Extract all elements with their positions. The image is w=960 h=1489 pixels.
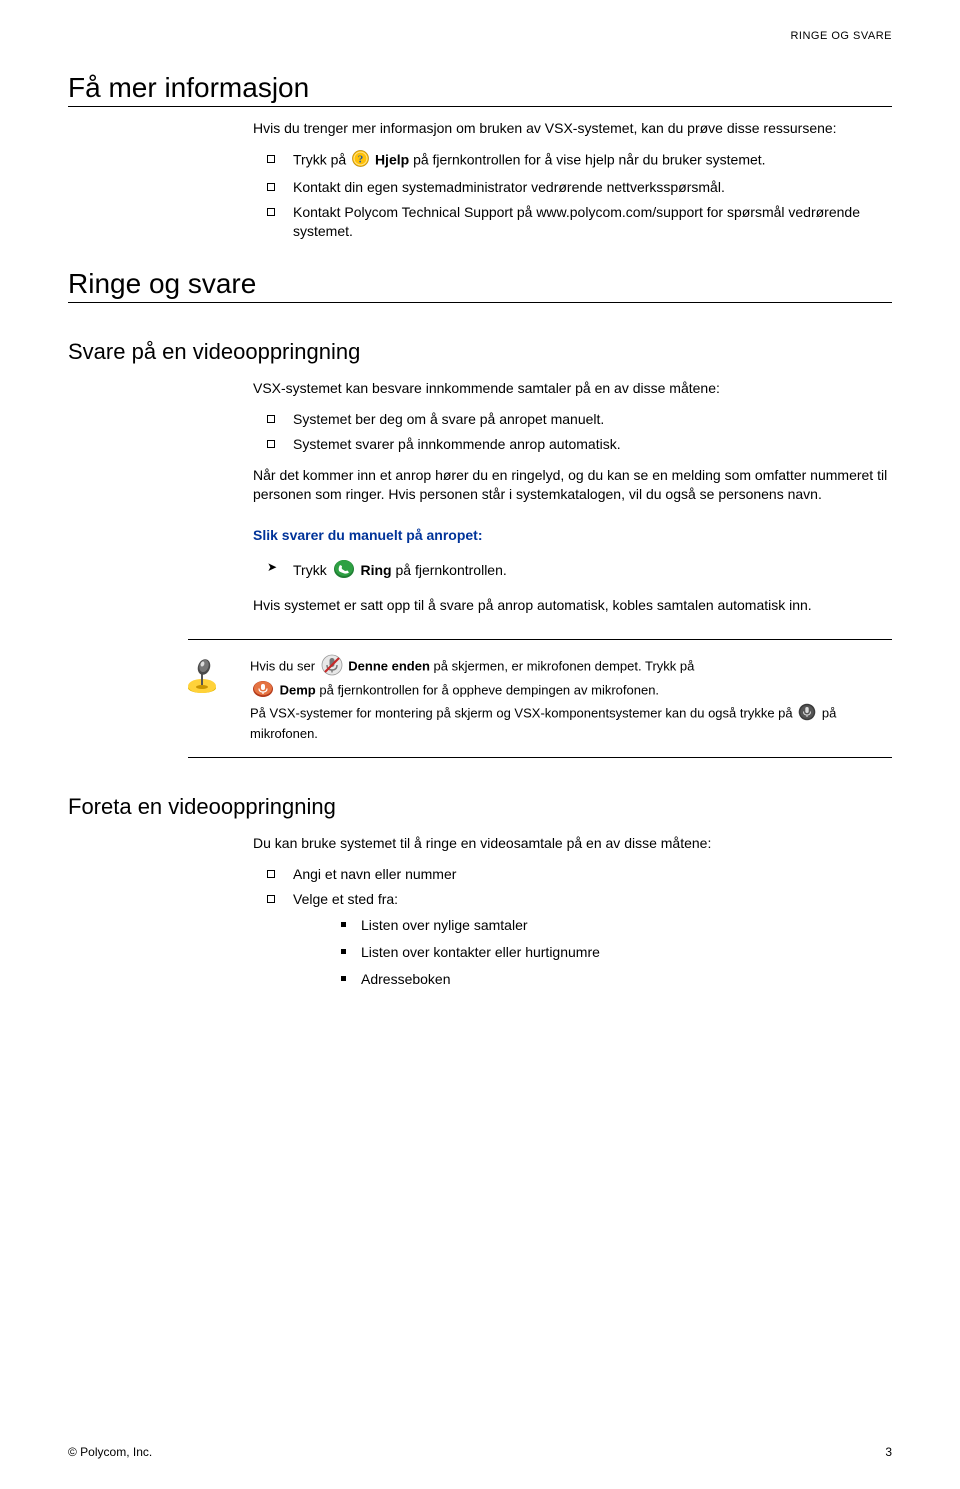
text-bold: Hjelp — [375, 152, 409, 168]
subsection-heading-place: Foreta en videooppringning — [68, 794, 892, 820]
text-fragment: på fjernkontrollen for å vise hjelp når … — [413, 152, 766, 168]
document-page: RINGE OG SVARE Få mer informasjon Hvis d… — [0, 0, 960, 1489]
mic-muted-icon — [321, 654, 343, 681]
note-text: Hvis du ser Denne enden på skjermen, er … — [250, 654, 892, 743]
call-icon — [333, 559, 355, 584]
subsection-heading-answer: Svare på en videooppringning — [68, 339, 892, 365]
paragraph: VSX-systemet kan besvare innkommende sam… — [253, 379, 892, 398]
list-item: Trykk Ring på fjernkontrollen. — [253, 559, 892, 584]
svg-text:?: ? — [358, 153, 364, 165]
sub-bullet-list: Listen over nylige samtaler Listen over … — [333, 916, 892, 989]
mic-button-icon — [798, 703, 816, 726]
list-item: Kontakt din egen systemadministrator ved… — [253, 178, 892, 197]
list-item: Angi et navn eller nummer — [253, 865, 892, 884]
list-item: Adresseboken — [333, 970, 892, 989]
procedure-heading: Slik svarer du manuelt på anropet: — [253, 526, 892, 545]
list-item: Systemet svarer på innkommende anrop aut… — [253, 435, 892, 454]
text-fragment: på skjermen, er mikrofonen dempet. Trykk… — [434, 658, 695, 673]
list-item: Kontakt Polycom Technical Support på www… — [253, 203, 892, 241]
text-fragment: Trykk — [293, 562, 331, 578]
text-bold: Denne enden — [348, 658, 430, 673]
note-block: Hvis du ser Denne enden på skjermen, er … — [188, 639, 892, 758]
list-item: Systemet ber deg om å svare på anropet m… — [253, 410, 892, 429]
running-header: RINGE OG SVARE — [68, 30, 892, 42]
paragraph: Når det kommer inn et anrop hører du en … — [253, 466, 892, 504]
section-body-place: Du kan bruke systemet til å ringe en vid… — [253, 834, 892, 989]
section-heading-callanswer: Ringe og svare — [68, 268, 892, 303]
bullet-list: Angi et navn eller nummer Velge et sted … — [253, 865, 892, 989]
list-item: Trykk på ? Hjelp på fjernkontrollen for … — [253, 150, 892, 172]
text-fragment: på fjernkontrollen. — [395, 562, 506, 578]
text-fragment: Trykk på — [293, 152, 350, 168]
bullet-list: Systemet ber deg om å svare på anropet m… — [253, 410, 892, 454]
bullet-list: Trykk på ? Hjelp på fjernkontrollen for … — [253, 150, 892, 241]
paragraph: Du kan bruke systemet til å ringe en vid… — [253, 834, 892, 853]
list-item: Velge et sted fra: Listen over nylige sa… — [253, 890, 892, 990]
text-fragment: På VSX-systemer for montering på skjerm … — [250, 705, 796, 720]
section-heading-info: Få mer informasjon — [68, 72, 892, 107]
footer-page-number: 3 — [885, 1445, 892, 1459]
list-item: Listen over nylige samtaler — [333, 916, 892, 935]
footer-copyright: © Polycom, Inc. — [68, 1445, 152, 1459]
mute-button-icon — [252, 680, 274, 703]
text-bold: Ring — [360, 562, 391, 578]
section-body-answer: VSX-systemet kan besvare innkommende sam… — [253, 379, 892, 614]
paragraph: Hvis du trenger mer informasjon om bruke… — [253, 119, 892, 138]
pushpin-icon — [182, 652, 226, 699]
paragraph: Hvis systemet er satt opp til å svare på… — [253, 596, 892, 615]
text-fragment: Velge et sted fra: — [293, 891, 398, 907]
list-item: Listen over kontakter eller hurtignumre — [333, 943, 892, 962]
text-fragment: Hvis du ser — [250, 658, 319, 673]
arrow-list: Trykk Ring på fjernkontrollen. — [253, 559, 892, 584]
text-fragment: på fjernkontrollen for å oppheve demping… — [319, 683, 659, 698]
help-icon: ? — [352, 150, 369, 172]
section-body-info: Hvis du trenger mer informasjon om bruke… — [253, 119, 892, 240]
page-footer: © Polycom, Inc. 3 — [68, 1445, 892, 1459]
text-bold: Demp — [280, 683, 316, 698]
